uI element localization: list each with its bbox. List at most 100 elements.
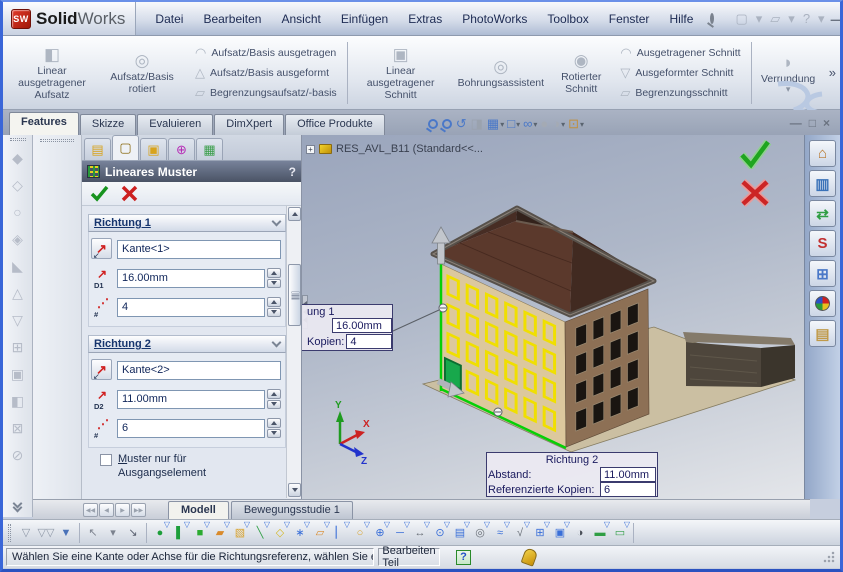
hide-show-items-icon[interactable]: ∞ ▾ bbox=[523, 116, 537, 132]
tab-evaluieren[interactable]: Evaluieren bbox=[137, 114, 213, 135]
filter-solid-bodies-icon[interactable]: ▧ bbox=[230, 523, 250, 543]
confirm-ok-button[interactable] bbox=[738, 139, 772, 169]
menu-ansicht[interactable]: Ansicht bbox=[272, 9, 329, 29]
callout2-copies-field[interactable]: 6 bbox=[600, 482, 656, 497]
direction2-count-spinner[interactable] bbox=[267, 418, 281, 438]
direction2-callout[interactable]: Richtung 2 Abstand: 11.00mm Referenziert… bbox=[486, 452, 658, 497]
toolbar-grip[interactable] bbox=[8, 524, 11, 542]
direction1-spacing-spinner[interactable] bbox=[267, 268, 281, 288]
filter-planes-icon[interactable]: ◇ bbox=[270, 523, 290, 543]
boundary-boss-button[interactable]: ▱ Begrenzungsaufsatz/-basis bbox=[191, 84, 341, 101]
filter-balloons-icon[interactable]: ◎ bbox=[470, 523, 490, 543]
search-icon[interactable] bbox=[710, 13, 714, 24]
appearances-icon[interactable]: ◑ ▾ bbox=[552, 116, 565, 132]
filter-axes-icon[interactable]: ╲ bbox=[250, 523, 270, 543]
shadows-icon[interactable]: ● bbox=[540, 116, 549, 132]
scroll-down-button[interactable] bbox=[288, 483, 301, 497]
section-view-icon[interactable]: ◨ bbox=[471, 116, 484, 132]
filter-edges-icon[interactable]: ▌ bbox=[170, 523, 190, 543]
solidworks-search-icon[interactable]: S bbox=[809, 230, 836, 257]
feature-tool-icon-1[interactable]: ◆ bbox=[12, 145, 23, 172]
feature-tool-icon-12[interactable]: ⊘ bbox=[12, 442, 24, 469]
panel-scrollbar[interactable] bbox=[286, 206, 301, 498]
collapse-chevron-icon[interactable] bbox=[273, 221, 280, 225]
cancel-button[interactable] bbox=[121, 185, 138, 202]
tab-modell[interactable]: Modell bbox=[168, 501, 229, 519]
filter-vertices-icon[interactable]: ● bbox=[150, 523, 170, 543]
feature-tool-icon-11[interactable]: ⊠ bbox=[12, 415, 24, 442]
step-forward-button[interactable]: ▶ bbox=[115, 503, 130, 517]
new-document-dropdown[interactable]: ▾ bbox=[753, 10, 766, 28]
quick-tips-help-icon[interactable]: ? bbox=[456, 550, 471, 565]
direction1-reference-field[interactable]: Kante<1> bbox=[117, 240, 281, 259]
apply-scene-icon[interactable]: ⊡ ▾ bbox=[568, 116, 584, 132]
select-tool-icon[interactable]: ↖ bbox=[83, 523, 103, 543]
direction1-callout[interactable]: ung 1 16.00mm Kopien: 4 bbox=[302, 304, 393, 351]
lofted-cut-button[interactable]: ▽ Ausgeformter Schnitt bbox=[616, 64, 744, 81]
filter-surface-bodies-icon[interactable]: ▰ bbox=[210, 523, 230, 543]
resize-grip[interactable] bbox=[823, 551, 835, 563]
filter-sketch-segments-icon[interactable]: ▏ bbox=[330, 523, 350, 543]
custom-properties-icon[interactable]: ▤ bbox=[809, 320, 836, 347]
filter-centerlines-icon[interactable]: ─ bbox=[390, 523, 410, 543]
callout1-copies-field[interactable]: 4 bbox=[346, 334, 392, 349]
configurationmanager-tab[interactable]: ▣ bbox=[140, 138, 167, 160]
filter-geometric-tolerances-icon[interactable]: ⊞ bbox=[530, 523, 550, 543]
help-icon[interactable]: ? bbox=[800, 10, 813, 27]
filter-connection-points-icon[interactable]: ▬ bbox=[590, 523, 610, 543]
menu-einfuegen[interactable]: Einfügen bbox=[332, 9, 397, 29]
filter-notes-icon[interactable]: ▤ bbox=[450, 523, 470, 543]
filter-midpoints-icon[interactable]: ○ bbox=[350, 523, 370, 543]
go-first-button[interactable]: ◀◀ bbox=[83, 503, 98, 517]
swept-cut-button[interactable]: ◠ Ausgetragener Schnitt bbox=[616, 44, 744, 61]
feature-tool-icon-3[interactable]: ○ bbox=[13, 199, 21, 226]
zoom-area-icon[interactable] bbox=[442, 119, 453, 129]
confirm-cancel-button[interactable] bbox=[738, 178, 772, 208]
featuremanager-tab[interactable]: ▤ bbox=[84, 138, 111, 160]
doc-close-button[interactable]: × bbox=[823, 116, 830, 130]
feature-tool-icon-9[interactable]: ▣ bbox=[11, 361, 24, 388]
menu-bearbeiten[interactable]: Bearbeiten bbox=[194, 9, 270, 29]
filter-sketch-points-icon[interactable]: ∗ bbox=[290, 523, 310, 543]
direction2-spacing-field[interactable]: 11.00mm bbox=[117, 390, 265, 409]
tree-expand-icon[interactable]: + bbox=[306, 145, 315, 154]
tag-icon[interactable] bbox=[521, 547, 539, 566]
filter-dimensions-icon[interactable]: ↔ bbox=[410, 523, 430, 543]
callout2-spacing-field[interactable]: 11.00mm bbox=[600, 467, 656, 482]
clear-all-filters-icon[interactable]: ▽▽ bbox=[36, 523, 56, 543]
feature-tool-icon-5[interactable]: ◣ bbox=[12, 253, 23, 280]
lofted-boss-button[interactable]: △ Aufsatz/Basis ausgeformt bbox=[191, 64, 341, 81]
direction1-reference-icon[interactable]: ↗ ↙ bbox=[91, 238, 112, 259]
help-icon[interactable]: ? bbox=[289, 165, 296, 179]
direction2-reference-field[interactable]: Kante<2> bbox=[117, 361, 281, 380]
group-header-direction1[interactable]: Richtung 1 bbox=[88, 214, 286, 232]
menu-hilfe[interactable]: Hilfe bbox=[660, 9, 702, 29]
toolbar-grip[interactable] bbox=[40, 139, 74, 142]
filter-center-marks-icon[interactable]: ⊕ bbox=[370, 523, 390, 543]
graphics-viewport[interactable]: Y X Z + RES_AVL_B11 (Standard<<... bbox=[302, 135, 810, 499]
direction1-spacing-field[interactable]: 16.00mm bbox=[117, 269, 265, 288]
direction2-reference-icon[interactable]: ↗ ↙ bbox=[91, 359, 112, 380]
toolbar-expand-button[interactable]: » bbox=[825, 63, 840, 82]
display-style-icon[interactable]: □ ▾ bbox=[507, 116, 520, 132]
file-explorer-icon[interactable]: ⇄ bbox=[809, 200, 836, 227]
view-orientation-icon[interactable]: ▦ ▾ bbox=[487, 116, 504, 132]
appearances-sphere-icon[interactable] bbox=[809, 290, 836, 317]
new-document-icon[interactable]: ▢ bbox=[732, 10, 750, 28]
collapse-chevron-icon[interactable] bbox=[273, 342, 280, 346]
step-back-button[interactable]: ◀ bbox=[99, 503, 114, 517]
feature-tool-icon-7[interactable]: ▽ bbox=[12, 307, 23, 334]
open-document-dropdown[interactable]: ▾ bbox=[785, 10, 798, 28]
filter-surface-finish-icon[interactable]: √ bbox=[510, 523, 530, 543]
doc-restore-button[interactable]: □ bbox=[809, 116, 816, 130]
linear-boss-button[interactable]: ◧ Linear ausgetragener Aufsatz bbox=[7, 39, 97, 107]
previous-view-icon[interactable]: ↺ bbox=[456, 116, 468, 132]
tab-dimxpert[interactable]: DimXpert bbox=[214, 114, 284, 135]
tab-office-produkte[interactable]: Office Produkte bbox=[285, 114, 385, 135]
group-header-direction2[interactable]: Richtung 2 bbox=[88, 335, 286, 353]
toolbar-grip[interactable] bbox=[10, 138, 26, 141]
tab-bewegungsstudie-1[interactable]: Bewegungsstudie 1 bbox=[231, 501, 353, 519]
doc-minimize-button[interactable]: — bbox=[790, 116, 802, 130]
seed-only-checkbox[interactable] bbox=[100, 454, 112, 466]
swept-boss-button[interactable]: ◠ Aufsatz/Basis ausgetragen bbox=[191, 44, 341, 61]
